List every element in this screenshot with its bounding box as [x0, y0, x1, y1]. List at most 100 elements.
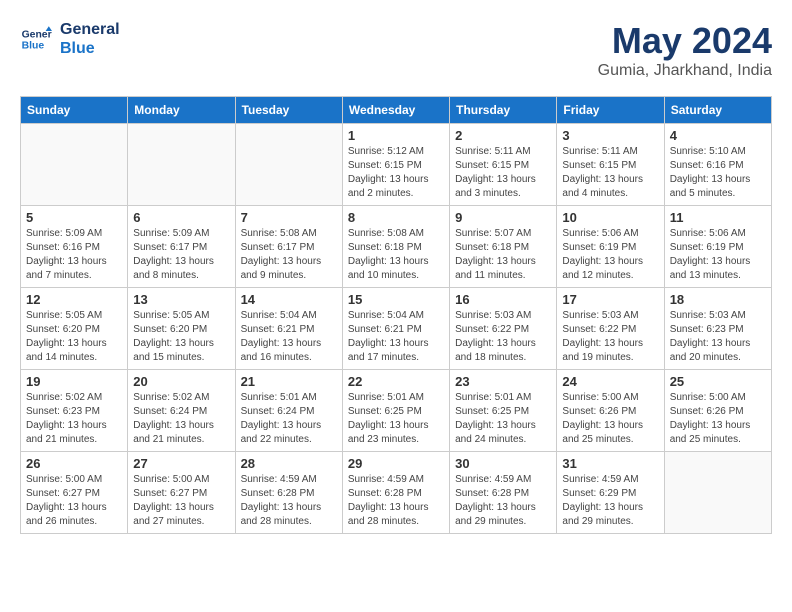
calendar-cell: 19Sunrise: 5:02 AM Sunset: 6:23 PM Dayli… [21, 370, 128, 452]
week-row-1: 1 Sunrise: 5:12 AM Sunset: 6:15 PM Daylig… [21, 124, 772, 206]
calendar-cell: 24 Sunrise: 5:00 AM Sunset: 6:26 PM Dayli… [557, 370, 664, 452]
day-info: Sunrise: 5:04 AM Sunset: 6:21 PM Dayligh… [348, 309, 444, 365]
day-info: Sunrise: 5:09 AM Sunset: 6:17 PM Dayligh… [133, 227, 229, 283]
calendar-cell [128, 124, 235, 206]
calendar-cell: 21 Sunrise: 5:01 AM Sunset: 6:24 PM Dayli… [235, 370, 342, 452]
day-number: 22 [348, 374, 444, 389]
day-number: 23 [455, 374, 551, 389]
calendar-cell: 8 Sunrise: 5:08 AM Sunset: 6:18 PM Daylig… [342, 206, 449, 288]
day-number: 6 [133, 210, 229, 225]
day-number: 25 [670, 374, 766, 389]
calendar-cell: 9Sunrise: 5:07 AM Sunset: 6:18 PM Daylig… [450, 206, 557, 288]
day-number: 5 [26, 210, 122, 225]
calendar-cell: 29 Sunrise: 4:59 AM Sunset: 6:28 PM Dayli… [342, 452, 449, 534]
calendar-cell: 25 Sunrise: 5:00 AM Sunset: 6:26 PM Dayli… [664, 370, 771, 452]
day-number: 4 [670, 128, 766, 143]
day-info: Sunrise: 5:00 AM Sunset: 6:26 PM Dayligh… [562, 391, 658, 447]
calendar-table: SundayMondayTuesdayWednesdayThursdayFrid… [20, 96, 772, 534]
day-info: Sunrise: 4:59 AM Sunset: 6:28 PM Dayligh… [455, 473, 551, 529]
calendar-cell: 31 Sunrise: 4:59 AM Sunset: 6:29 PM Dayli… [557, 452, 664, 534]
day-number: 19 [26, 374, 122, 389]
calendar-cell: 15 Sunrise: 5:04 AM Sunset: 6:21 PM Dayli… [342, 288, 449, 370]
day-info: Sunrise: 5:11 AM Sunset: 6:15 PM Dayligh… [455, 145, 551, 201]
day-number: 16 [455, 292, 551, 307]
day-info: Sunrise: 5:01 AM Sunset: 6:24 PM Dayligh… [241, 391, 337, 447]
calendar-cell: 5 Sunrise: 5:09 AM Sunset: 6:16 PM Daylig… [21, 206, 128, 288]
day-number: 21 [241, 374, 337, 389]
calendar-cell: 3Sunrise: 5:11 AM Sunset: 6:15 PM Daylig… [557, 124, 664, 206]
logo-general: General [60, 20, 120, 39]
calendar-cell: 7Sunrise: 5:08 AM Sunset: 6:17 PM Daylig… [235, 206, 342, 288]
day-number: 27 [133, 456, 229, 471]
day-info: Sunrise: 5:06 AM Sunset: 6:19 PM Dayligh… [562, 227, 658, 283]
day-info: Sunrise: 5:03 AM Sunset: 6:22 PM Dayligh… [562, 309, 658, 365]
day-info: Sunrise: 5:01 AM Sunset: 6:25 PM Dayligh… [348, 391, 444, 447]
day-number: 7 [241, 210, 337, 225]
day-info: Sunrise: 5:03 AM Sunset: 6:23 PM Dayligh… [670, 309, 766, 365]
weekday-header-sunday: Sunday [21, 97, 128, 124]
day-info: Sunrise: 5:06 AM Sunset: 6:19 PM Dayligh… [670, 227, 766, 283]
day-number: 10 [562, 210, 658, 225]
logo-icon: General Blue [20, 23, 52, 55]
calendar-cell [21, 124, 128, 206]
week-row-4: 19Sunrise: 5:02 AM Sunset: 6:23 PM Dayli… [21, 370, 772, 452]
page-header: General Blue General Blue May 2024 Gumia… [20, 20, 772, 80]
day-number: 31 [562, 456, 658, 471]
day-info: Sunrise: 5:09 AM Sunset: 6:16 PM Dayligh… [26, 227, 122, 283]
day-number: 8 [348, 210, 444, 225]
day-info: Sunrise: 5:01 AM Sunset: 6:25 PM Dayligh… [455, 391, 551, 447]
calendar-cell: 17 Sunrise: 5:03 AM Sunset: 6:22 PM Dayli… [557, 288, 664, 370]
weekday-header-friday: Friday [557, 97, 664, 124]
day-number: 2 [455, 128, 551, 143]
day-number: 20 [133, 374, 229, 389]
calendar-cell: 13Sunrise: 5:05 AM Sunset: 6:20 PM Dayli… [128, 288, 235, 370]
day-number: 17 [562, 292, 658, 307]
week-row-5: 26 Sunrise: 5:00 AM Sunset: 6:27 PM Dayli… [21, 452, 772, 534]
calendar-cell: 23 Sunrise: 5:01 AM Sunset: 6:25 PM Dayli… [450, 370, 557, 452]
calendar-cell: 22 Sunrise: 5:01 AM Sunset: 6:25 PM Dayli… [342, 370, 449, 452]
weekday-header-row: SundayMondayTuesdayWednesdayThursdayFrid… [21, 97, 772, 124]
day-info: Sunrise: 5:08 AM Sunset: 6:18 PM Dayligh… [348, 227, 444, 283]
day-info: Sunrise: 4:59 AM Sunset: 6:28 PM Dayligh… [348, 473, 444, 529]
calendar-cell: 10 Sunrise: 5:06 AM Sunset: 6:19 PM Dayli… [557, 206, 664, 288]
weekday-header-monday: Monday [128, 97, 235, 124]
calendar-cell: 18 Sunrise: 5:03 AM Sunset: 6:23 PM Dayli… [664, 288, 771, 370]
svg-text:General: General [22, 30, 52, 41]
weekday-header-saturday: Saturday [664, 97, 771, 124]
day-info: Sunrise: 5:05 AM Sunset: 6:20 PM Dayligh… [26, 309, 122, 365]
calendar-cell: 28 Sunrise: 4:59 AM Sunset: 6:28 PM Dayli… [235, 452, 342, 534]
day-number: 9 [455, 210, 551, 225]
calendar-cell: 14Sunrise: 5:04 AM Sunset: 6:21 PM Dayli… [235, 288, 342, 370]
calendar-cell: 30Sunrise: 4:59 AM Sunset: 6:28 PM Dayli… [450, 452, 557, 534]
day-number: 18 [670, 292, 766, 307]
logo: General Blue General Blue [20, 20, 120, 58]
day-info: Sunrise: 4:59 AM Sunset: 6:29 PM Dayligh… [562, 473, 658, 529]
day-info: Sunrise: 5:02 AM Sunset: 6:24 PM Dayligh… [133, 391, 229, 447]
calendar-cell: 4Sunrise: 5:10 AM Sunset: 6:16 PM Daylig… [664, 124, 771, 206]
day-number: 13 [133, 292, 229, 307]
day-number: 1 [348, 128, 444, 143]
location-title: Gumia, Jharkhand, India [598, 62, 772, 80]
day-number: 11 [670, 210, 766, 225]
day-info: Sunrise: 5:12 AM Sunset: 6:15 PM Dayligh… [348, 145, 444, 201]
calendar-cell: 16Sunrise: 5:03 AM Sunset: 6:22 PM Dayli… [450, 288, 557, 370]
logo-blue: Blue [60, 39, 120, 58]
weekday-header-tuesday: Tuesday [235, 97, 342, 124]
weekday-header-thursday: Thursday [450, 97, 557, 124]
title-block: May 2024 Gumia, Jharkhand, India [598, 20, 772, 80]
calendar-cell: 2 Sunrise: 5:11 AM Sunset: 6:15 PM Daylig… [450, 124, 557, 206]
day-info: Sunrise: 5:00 AM Sunset: 6:27 PM Dayligh… [26, 473, 122, 529]
day-info: Sunrise: 5:00 AM Sunset: 6:26 PM Dayligh… [670, 391, 766, 447]
calendar-cell: 6 Sunrise: 5:09 AM Sunset: 6:17 PM Daylig… [128, 206, 235, 288]
calendar-cell [664, 452, 771, 534]
day-number: 24 [562, 374, 658, 389]
day-number: 28 [241, 456, 337, 471]
calendar-cell: 11 Sunrise: 5:06 AM Sunset: 6:19 PM Dayli… [664, 206, 771, 288]
day-number: 29 [348, 456, 444, 471]
week-row-3: 12Sunrise: 5:05 AM Sunset: 6:20 PM Dayli… [21, 288, 772, 370]
calendar-cell [235, 124, 342, 206]
day-info: Sunrise: 4:59 AM Sunset: 6:28 PM Dayligh… [241, 473, 337, 529]
day-number: 15 [348, 292, 444, 307]
day-number: 26 [26, 456, 122, 471]
calendar-cell: 12Sunrise: 5:05 AM Sunset: 6:20 PM Dayli… [21, 288, 128, 370]
